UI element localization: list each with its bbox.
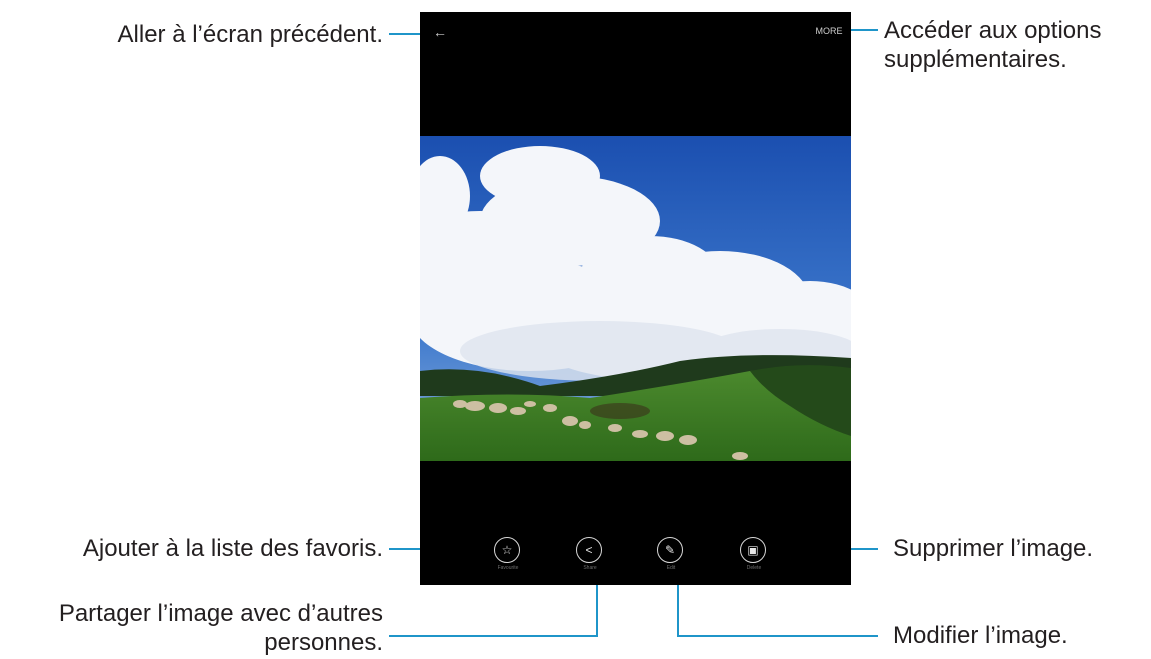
share-icon: < <box>576 537 602 563</box>
callout-favorite: Ajouter à la liste des favoris. <box>83 534 383 563</box>
more-label: MORE <box>815 26 843 36</box>
trash-icon: ▣ <box>740 537 766 563</box>
share-label: Share <box>583 565 597 571</box>
callout-edit-text: Modifier l’image. <box>893 622 1068 649</box>
callout-edit: Modifier l’image. <box>893 621 1068 650</box>
callout-share-line1: Partager l’image avec d’autres <box>58 600 383 627</box>
callout-more-line2: supplémentaires. <box>884 46 1067 73</box>
star-icon: ☆ <box>494 537 520 563</box>
callout-share-line2: personnes. <box>264 629 383 656</box>
delete-label: Delete <box>746 565 762 571</box>
back-arrow-icon: ← <box>433 24 447 40</box>
callout-line-edit-h <box>677 635 878 637</box>
callout-back-text: Aller à l’écran précédent. <box>117 21 383 48</box>
gallery-screen: ← MORE ☆ Favourite < Share ✎ Edit ▣ Dele… <box>420 12 851 585</box>
callout-back: Aller à l’écran précédent. <box>118 20 383 49</box>
more-button[interactable]: MORE <box>815 24 843 38</box>
favourite-button[interactable]: ☆ Favourite <box>481 537 535 583</box>
bottom-action-bar: ☆ Favourite < Share ✎ Edit ▣ Delete <box>420 525 851 585</box>
photo-image <box>420 136 851 461</box>
callout-more-line1: Accéder aux options <box>884 17 1102 44</box>
callout-delete-text: Supprimer l’image. <box>893 535 1094 562</box>
delete-button[interactable]: ▣ Delete <box>727 537 781 583</box>
callout-line-share-h <box>389 635 598 637</box>
favourite-label: Favourite <box>497 565 519 571</box>
callout-more: Accéder aux options supplémentaires. <box>884 16 1101 74</box>
edit-label: Edit <box>666 565 676 571</box>
callout-delete: Supprimer l’image. <box>893 534 1093 563</box>
callout-share: Partager l’image avec d’autres personnes… <box>59 599 383 657</box>
back-button[interactable]: ← <box>430 22 450 42</box>
callout-favorite-text: Ajouter à la liste des favoris. <box>82 535 383 562</box>
pencil-icon: ✎ <box>657 537 683 563</box>
share-button[interactable]: < Share <box>563 537 617 583</box>
edit-button[interactable]: ✎ Edit <box>644 537 698 583</box>
